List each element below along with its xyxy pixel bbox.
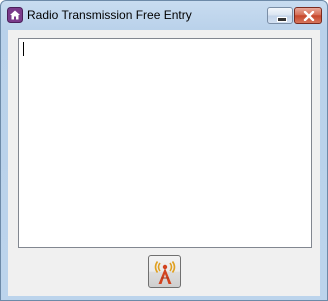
close-button[interactable] xyxy=(294,7,322,24)
minimize-button[interactable] xyxy=(267,7,293,24)
text-caret xyxy=(23,42,24,56)
transmit-button[interactable] xyxy=(148,255,181,288)
message-input[interactable] xyxy=(18,38,312,248)
window-title: Radio Transmission Free Entry xyxy=(27,8,192,22)
app-home-icon xyxy=(7,7,23,23)
client-area xyxy=(8,30,320,296)
title-bar[interactable]: Radio Transmission Free Entry xyxy=(1,1,327,29)
app-window: Radio Transmission Free Entry xyxy=(0,0,328,301)
minimize-icon xyxy=(277,17,287,22)
radio-tower-icon xyxy=(154,261,176,284)
close-icon xyxy=(303,11,315,21)
